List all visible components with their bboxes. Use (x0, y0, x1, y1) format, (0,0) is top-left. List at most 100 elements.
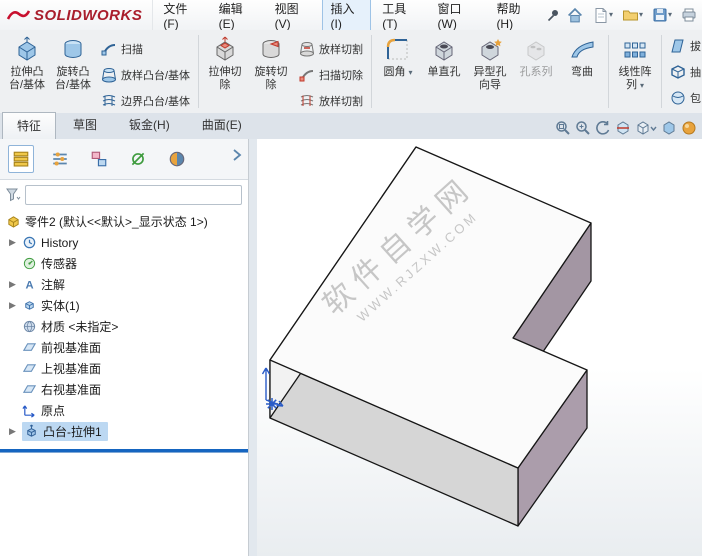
print-icon (682, 8, 696, 22)
expand-arrow-icon[interactable]: ▶ (9, 300, 19, 311)
new-document-button[interactable]: ▾ (590, 4, 616, 27)
appearance-icon (682, 121, 696, 135)
flex-button[interactable]: 弯曲 (559, 33, 605, 111)
display-manager-tab[interactable] (164, 145, 190, 173)
tree-item-front-plane[interactable]: 前视基准面 (0, 337, 248, 358)
hole-wizard-button[interactable]: 异型孔向导 (467, 33, 513, 111)
tab-surfaces[interactable]: 曲面(E) (187, 111, 257, 139)
boss-group: 拉伸凸台/基体 旋转凸台/基体 扫描 放样凸台/基体 边界凸台/基体 (4, 30, 195, 113)
extruded-cut-icon (216, 36, 234, 61)
tab-features[interactable]: 特征 (2, 112, 57, 139)
linear-pattern-button[interactable]: 线性阵列 ▾ (612, 33, 658, 111)
shell-button[interactable]: 抽 (665, 60, 702, 84)
filter-funnel-icon[interactable] (6, 188, 21, 202)
tree-item-right-plane[interactable]: 右视基准面 (0, 379, 248, 400)
lofted-boss-icon (102, 68, 116, 83)
part-icon (8, 216, 19, 228)
simple-hole-button[interactable]: 单直孔 (421, 33, 467, 111)
solidworks-logo[interactable]: SOLIDWORKS (0, 0, 154, 30)
ribbon-separator (661, 35, 662, 108)
boundary-cut-icon (300, 95, 314, 106)
tree-item-annotations[interactable]: ▶ A 注解 (0, 274, 248, 295)
previous-view-icon (596, 121, 610, 135)
pin-icon (547, 10, 558, 22)
revolved-boss-base-button[interactable]: 旋转凸台/基体 (50, 33, 96, 111)
property-manager-tab[interactable] (47, 145, 73, 173)
shell-icon (671, 65, 685, 79)
section-view-button[interactable] (615, 120, 631, 136)
tree-item-origin[interactable]: 原点 (0, 400, 248, 421)
material-icon (23, 320, 36, 333)
zoom-fit-button[interactable] (555, 120, 571, 136)
display-manager-icon (169, 151, 185, 167)
draft-button[interactable]: 拔 (665, 34, 702, 58)
tree-item-part-root[interactable]: 零件2 (默认<<默认>_显示状态 1>) (0, 211, 248, 232)
boundary-cut-button[interactable]: 放样切割 (294, 89, 368, 113)
solid-bodies-icon (25, 301, 34, 310)
sensors-icon (23, 257, 36, 270)
revolved-cut-button[interactable]: 旋转切除 (248, 33, 294, 111)
tab-sketch[interactable]: 草图 (58, 111, 112, 139)
boss-extrude-icon (27, 424, 36, 437)
command-manager-ribbon: 拉伸凸台/基体 旋转凸台/基体 扫描 放样凸台/基体 边界凸台/基体 拉伸切除 … (0, 30, 702, 114)
boundary-boss-button[interactable]: 边界凸台/基体 (96, 89, 195, 113)
boundary-boss-icon (102, 95, 116, 106)
open-button[interactable]: ▾ (619, 4, 646, 26)
expand-arrow-icon[interactable]: ▶ (9, 426, 19, 437)
truncated-column: 拔 抽 包 (665, 30, 702, 113)
open-folder-icon (622, 10, 638, 21)
origin-asterisk-icon (266, 398, 278, 410)
annotations-icon: A (25, 280, 33, 292)
tree-item-boss-extrude1[interactable]: ▶ 凸台-拉伸1 (0, 421, 248, 442)
print-button[interactable] (678, 4, 700, 26)
appearance-button[interactable] (681, 120, 697, 136)
tree-item-top-plane[interactable]: 上视基准面 (0, 358, 248, 379)
dimxpert-icon (131, 152, 145, 166)
extruded-boss-base-button[interactable]: 拉伸凸台/基体 (4, 33, 50, 111)
configuration-manager-icon (91, 151, 107, 167)
feature-manager-panel: 零件2 (默认<<默认>_显示状态 1>) ▶ History 传感器 ▶ A … (0, 139, 248, 556)
previous-view-button[interactable] (595, 120, 611, 136)
tree-item-history[interactable]: ▶ History (0, 232, 248, 253)
fillet-button[interactable]: 圆角 ▾ (375, 33, 421, 111)
wrap-button[interactable]: 包 (665, 86, 702, 110)
selected-tree-item: 凸台-拉伸1 (22, 422, 108, 441)
extruded-cut-button[interactable]: 拉伸切除 (202, 33, 248, 111)
expand-panel-button[interactable] (230, 147, 244, 168)
pin-menu-button[interactable] (543, 5, 563, 25)
ribbon-separator (608, 35, 610, 108)
ds-logo-icon (6, 10, 30, 20)
feature-manager-icon (13, 151, 29, 167)
tab-sheet-metal[interactable]: 钣金(H) (114, 111, 185, 139)
history-icon (23, 236, 36, 249)
lofted-cut-button[interactable]: 放样切割 (294, 37, 368, 61)
tree-item-sensors[interactable]: 传感器 (0, 253, 248, 274)
swept-cut-button[interactable]: 扫描切除 (294, 63, 368, 87)
simple-hole-icon (435, 41, 453, 61)
dimxpert-tab[interactable] (125, 145, 151, 173)
revolved-cut-icon (262, 40, 280, 58)
lofted-boss-button[interactable]: 放样凸台/基体 (96, 63, 195, 87)
swept-boss-button[interactable]: 扫描 (96, 37, 195, 61)
flex-icon (571, 41, 594, 58)
display-style-icon (663, 121, 675, 135)
display-style-button[interactable] (661, 120, 677, 136)
expand-arrow-icon[interactable]: ▶ (9, 237, 19, 248)
zoom-area-button[interactable] (575, 120, 591, 136)
save-button[interactable]: ▾ (649, 4, 675, 26)
view-orientation-button[interactable] (635, 120, 657, 136)
tree-item-material[interactable]: 材质 <未指定> (0, 316, 248, 337)
extruded-boss-icon (18, 36, 36, 61)
plane-icon (22, 343, 37, 351)
hole-series-button[interactable]: 孔系列 (513, 33, 559, 111)
feature-manager-tab[interactable] (8, 145, 34, 173)
configuration-manager-tab[interactable] (86, 145, 112, 173)
expand-arrow-icon[interactable]: ▶ (9, 279, 19, 290)
home-button[interactable] (563, 4, 587, 27)
rollback-bar[interactable] (0, 449, 248, 453)
tree-item-solid-bodies[interactable]: ▶ 实体(1) (0, 295, 248, 316)
hole-wizard-icon (481, 39, 502, 61)
tree-filter-input[interactable] (25, 185, 242, 205)
wrap-icon (671, 91, 685, 105)
graphics-area[interactable]: 软件自学网 WWW.RJZXW.COM (257, 139, 702, 556)
